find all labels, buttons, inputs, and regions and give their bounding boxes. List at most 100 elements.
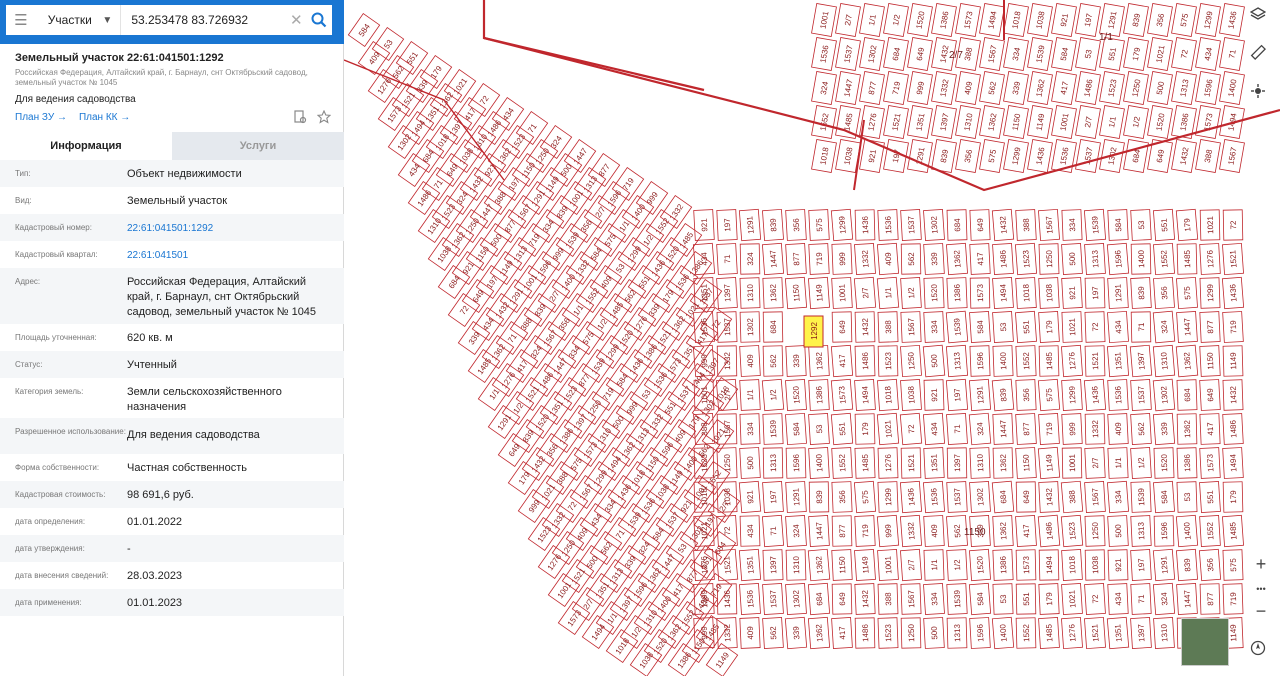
parcel[interactable]: 1362 — [1175, 344, 1199, 378]
parcel[interactable]: 1150 — [1199, 345, 1221, 377]
parcel[interactable]: 649 — [831, 583, 853, 615]
parcel[interactable]: 1291 — [1152, 548, 1176, 582]
parcel[interactable]: 1299 — [1199, 277, 1221, 309]
parcel[interactable]: 500 — [923, 617, 945, 649]
parcel[interactable]: 1537 — [1075, 139, 1101, 173]
basemap-switch-thumbnail[interactable] — [1181, 618, 1229, 666]
parcel[interactable]: 1573 — [1015, 549, 1037, 581]
parcel[interactable]: 388 — [1195, 139, 1221, 173]
cadastral-map[interactable]: 584 53 551 179 1021 72 434 71 324 1447 877 719 999 13… — [344, 0, 1280, 676]
parcel[interactable]: 1149 — [1027, 105, 1053, 139]
parcel[interactable]: 1432 — [991, 208, 1015, 242]
parcel[interactable]: 1397 — [716, 277, 738, 309]
parcel[interactable]: 1313 — [945, 344, 969, 378]
parcel[interactable]: 339 — [784, 616, 808, 650]
parcel[interactable]: 434 — [1107, 583, 1129, 615]
parcel[interactable]: 1567 — [1219, 139, 1245, 173]
parcel[interactable]: 1362 — [1176, 413, 1198, 445]
parcel[interactable]: 1313 — [762, 447, 784, 479]
parcel[interactable]: 719 — [883, 71, 909, 105]
parcel[interactable]: 2/7 — [835, 3, 861, 37]
parcel[interactable]: 179 — [1222, 481, 1244, 513]
parcel[interactable]: 1021 — [876, 412, 900, 446]
parcel[interactable]: 197 — [1084, 277, 1106, 309]
ruler-icon[interactable] — [1250, 44, 1272, 66]
parcel[interactable]: 356 — [1015, 379, 1037, 411]
parcel[interactable]: 179 — [1175, 208, 1199, 242]
parcel[interactable]: 1302 — [739, 311, 761, 343]
parcel[interactable]: 1362 — [992, 447, 1014, 479]
parcel[interactable]: 1447 — [1176, 583, 1198, 615]
parcel[interactable]: 53 — [1130, 209, 1152, 241]
parcel[interactable]: 197 — [716, 209, 738, 241]
parcel[interactable]: 2/7 — [853, 276, 877, 310]
parcel[interactable]: 1400 — [992, 345, 1014, 377]
parcel[interactable]: 839 — [762, 208, 784, 242]
parcel[interactable]: 1299 — [1003, 139, 1029, 173]
parcel[interactable]: 1038 — [1084, 549, 1106, 581]
parcel[interactable]: 1432 — [854, 583, 876, 615]
parcel[interactable]: 839 — [1130, 277, 1152, 309]
parcel[interactable]: 324 — [785, 515, 807, 547]
parcel[interactable]: 1397 — [1130, 617, 1152, 649]
parcel[interactable]: 71 — [946, 412, 968, 446]
parcel[interactable]: 551 — [1152, 208, 1176, 242]
parcel[interactable]: 562 — [762, 617, 784, 649]
parcel[interactable]: 1520 — [1153, 447, 1175, 479]
parcel[interactable]: 551 — [830, 412, 854, 446]
parcel[interactable]: 1291 — [1107, 277, 1129, 309]
parcel[interactable]: 1400 — [1175, 514, 1199, 548]
parcel[interactable]: 1149 — [1222, 345, 1244, 377]
parcel[interactable]: 1362 — [1027, 71, 1053, 105]
parcel[interactable]: 1149 — [854, 548, 876, 582]
parcel[interactable]: 1397 — [762, 549, 784, 581]
parcel[interactable]: 1400 — [1130, 243, 1152, 275]
parcel[interactable]: 1001 — [831, 277, 853, 309]
plan-zu-link[interactable]: План ЗУ → — [15, 112, 67, 123]
parcel[interactable]: 434 — [1107, 310, 1129, 344]
parcel[interactable]: 1486 — [1222, 413, 1244, 445]
parcel[interactable]: 1038 — [1038, 277, 1060, 309]
parcel[interactable]: 551 — [1199, 480, 1221, 514]
parcel[interactable]: 1018 — [1061, 549, 1083, 581]
parcel[interactable]: 839 — [1176, 548, 1198, 582]
parcel[interactable]: 921 — [1051, 3, 1077, 37]
parcel[interactable]: 575 — [979, 139, 1005, 173]
parcel[interactable]: 356 — [1147, 3, 1173, 37]
parcel[interactable]: 1494 — [1038, 549, 1060, 581]
parcel[interactable]: 921 — [1107, 549, 1129, 581]
parcel[interactable]: 649 — [1199, 379, 1221, 411]
parcel[interactable]: 434 — [1195, 37, 1221, 71]
parcel[interactable]: 1552 — [831, 447, 853, 479]
parcel[interactable]: 53 — [1075, 37, 1101, 71]
parcel[interactable]: 1332 — [899, 514, 923, 548]
parcel[interactable]: 839 — [1123, 3, 1149, 37]
parcel[interactable]: 179 — [1038, 311, 1060, 343]
parcel[interactable]: 1539 — [946, 583, 968, 615]
parcel[interactable]: 1351 — [1106, 616, 1130, 650]
parcel[interactable]: 339 — [923, 243, 945, 275]
parcel[interactable]: 1299 — [830, 208, 854, 242]
parcel[interactable]: 1310 — [1152, 344, 1176, 378]
parcel[interactable]: 1/2 — [1130, 447, 1152, 479]
parcel[interactable]: 72 — [1171, 37, 1197, 71]
parcel[interactable]: 500 — [1147, 71, 1173, 105]
parcel[interactable]: 1521 — [900, 447, 922, 479]
parcel[interactable]: 1494 — [992, 276, 1014, 310]
parcel[interactable]: 1539 — [1083, 208, 1107, 242]
parcel[interactable]: 409 — [923, 515, 945, 547]
parcel[interactable]: 1276 — [1061, 344, 1083, 378]
parcel[interactable]: 999 — [907, 71, 933, 105]
parcel[interactable]: 1310 — [739, 277, 761, 309]
parcel[interactable]: 1386 — [1176, 447, 1198, 479]
parcel[interactable]: 1552 — [1153, 242, 1175, 276]
parcel[interactable]: 53 — [992, 311, 1014, 343]
parcel[interactable]: 1386 — [808, 379, 830, 411]
parcel[interactable]: 1523 — [877, 617, 899, 649]
compass-icon[interactable] — [1250, 640, 1272, 662]
parcel[interactable]: 1310 — [969, 447, 991, 479]
parcel[interactable]: 339 — [785, 345, 807, 377]
parcel[interactable]: 71 — [1219, 37, 1245, 71]
parcel[interactable]: 53 — [808, 413, 830, 445]
parcel[interactable]: 409 — [876, 242, 900, 276]
